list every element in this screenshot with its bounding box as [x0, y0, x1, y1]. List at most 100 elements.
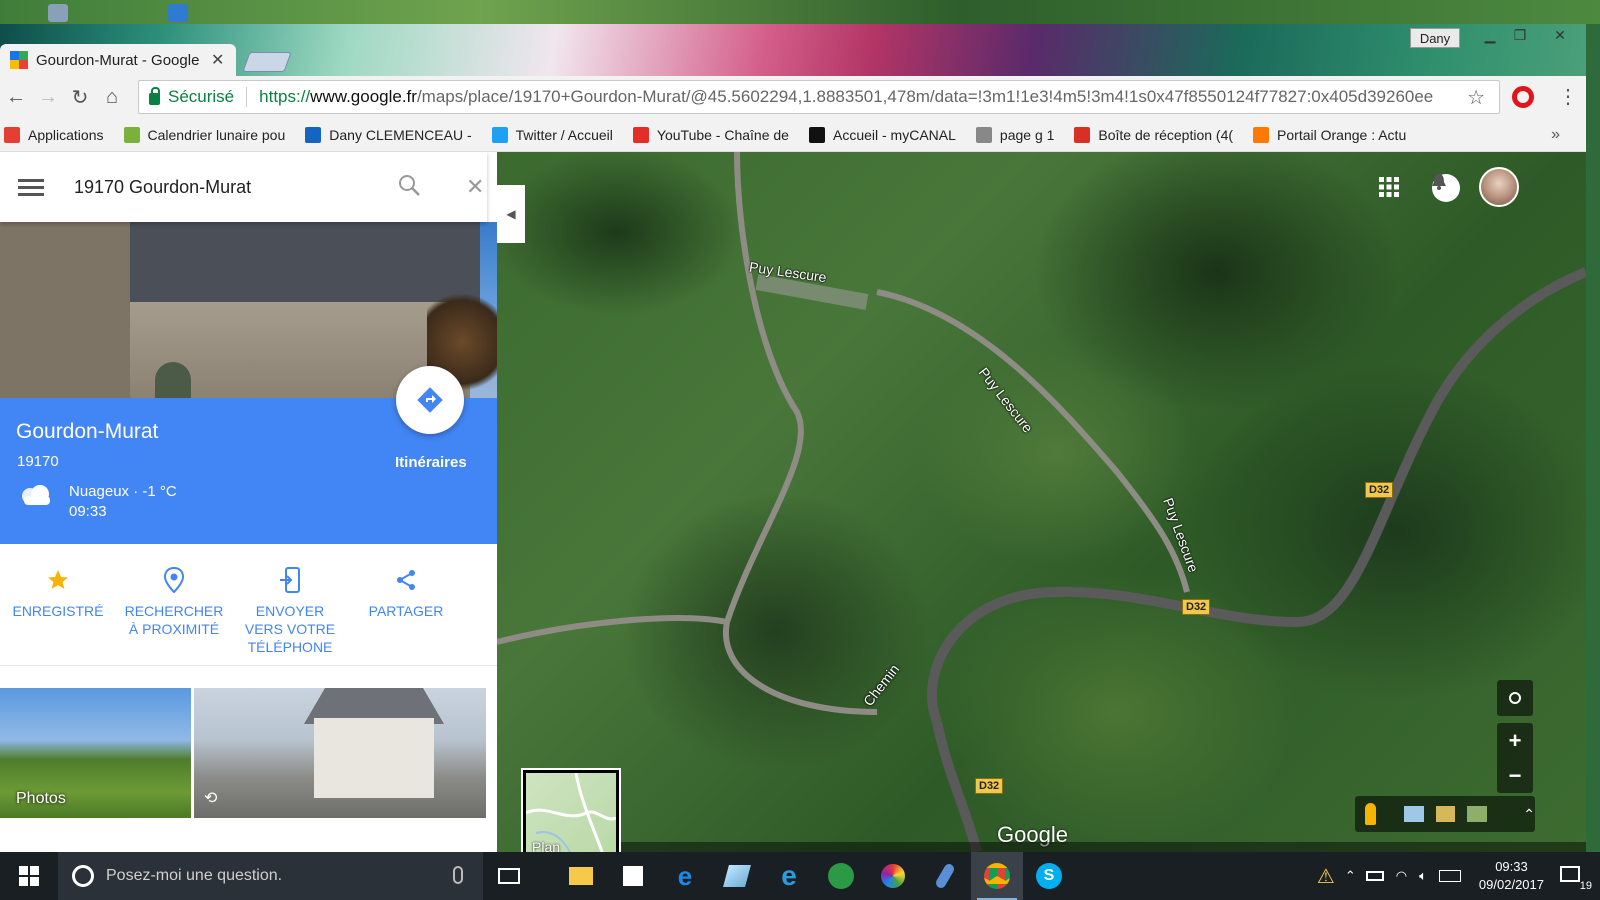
task-view-button[interactable] [483, 852, 535, 900]
tab-close-icon[interactable]: ✕ [211, 50, 224, 70]
url-host: www.google.fr [310, 87, 417, 106]
wifi-icon[interactable]: ◠ [1396, 868, 1407, 884]
word-shortcut-icon[interactable] [168, 4, 188, 22]
color-wheel-icon [881, 864, 905, 888]
bookmark-label: Dany CLEMENCEAU - [329, 126, 472, 143]
orange-icon [1253, 126, 1270, 143]
directions-button[interactable] [396, 366, 464, 434]
directions-label[interactable]: Itinéraires [395, 454, 467, 471]
action-center-button[interactable]: 19 [1558, 864, 1592, 892]
chrome-button[interactable] [971, 852, 1023, 900]
send-to-phone-button[interactable]: ENVOYER VERS VOTRE TÉLÉPHONE [232, 544, 348, 665]
imagery-thumb-1[interactable] [1403, 806, 1424, 822]
street-view-thumbnail[interactable]: ⟲ [194, 688, 486, 818]
search-icon[interactable] [398, 174, 420, 201]
bookmark-item[interactable]: page g 1 [975, 126, 1054, 143]
pegman-icon[interactable] [1365, 803, 1376, 825]
bookmark-label: Boîte de réception (4( [1098, 126, 1234, 143]
recycle-bin-icon[interactable] [48, 4, 68, 22]
google-apps-icon[interactable] [1379, 177, 1407, 205]
bookmark-item[interactable]: Applications [4, 126, 104, 143]
search-input[interactable]: 19170 Gourdon-Murat [74, 177, 364, 198]
imagery-thumb-2[interactable] [1435, 806, 1456, 822]
menu-icon[interactable] [18, 178, 44, 196]
my-location-button[interactable] [1497, 680, 1533, 716]
desktop-background [0, 0, 1600, 24]
browser-menu-icon[interactable]: ⋮ [1558, 84, 1578, 109]
satellite-map[interactable]: Puy Lescure Puy Lescure Puy Lescure Chem… [497, 152, 1586, 852]
clear-search-icon[interactable]: ✕ [466, 174, 484, 200]
my-location-icon [1509, 692, 1521, 704]
tripadvisor-icon [828, 863, 854, 889]
feather-app-button[interactable] [919, 852, 971, 900]
bookmark-item[interactable]: Portail Orange : Actu [1253, 126, 1407, 143]
secure-indicator[interactable]: Sécurisé [149, 87, 234, 107]
cortana-placeholder: Posez-moi une question. [106, 867, 283, 884]
bookmark-item[interactable]: YouTube - Chaîne de [632, 126, 789, 143]
clock[interactable]: 09:33 09/02/2017 [1479, 858, 1544, 894]
store-button[interactable] [607, 852, 659, 900]
warning-icon[interactable]: ⚠ [1317, 864, 1335, 889]
microphone-icon[interactable] [453, 866, 463, 884]
bookmark-item[interactable]: Boîte de réception (4( [1074, 126, 1234, 143]
profile-badge[interactable]: Dany [1410, 28, 1460, 48]
bookmark-item[interactable]: Twitter / Accueil [491, 126, 613, 143]
new-tab-button[interactable] [242, 52, 292, 72]
file-explorer-button[interactable] [555, 852, 607, 900]
skype-button[interactable]: S [1023, 852, 1075, 900]
save-button[interactable]: ENREGISTRÉ [0, 544, 116, 665]
start-button[interactable] [0, 852, 58, 900]
forward-button[interactable]: → [32, 81, 64, 113]
expand-imagery-icon[interactable]: ⌃ [1523, 806, 1535, 823]
home-button[interactable]: ⌂ [96, 81, 128, 113]
lock-icon [149, 87, 160, 105]
internet-explorer-button[interactable]: e [763, 852, 815, 900]
clock-time: 09:33 [1495, 859, 1528, 874]
bookmark-star-icon[interactable]: ☆ [1467, 85, 1485, 110]
app-button[interactable] [711, 852, 763, 900]
cloud-icon [18, 484, 54, 506]
show-hidden-icons-icon[interactable]: ⌃ [1345, 868, 1356, 884]
bookmark-label: Portail Orange : Actu [1277, 126, 1407, 143]
back-button[interactable]: ← [0, 81, 32, 113]
reload-button[interactable]: ↻ [64, 81, 96, 113]
twitter-bird-icon [491, 126, 508, 143]
edge-icon: e [677, 860, 693, 891]
bookmark-item[interactable]: Calendrier lunaire pou [123, 126, 285, 143]
edge-button[interactable]: e [659, 852, 711, 900]
photo-app-button[interactable] [867, 852, 919, 900]
street-view-360-icon: ⟲ [204, 790, 218, 807]
share-button[interactable]: PARTAGER [348, 544, 464, 665]
battery-icon[interactable] [1365, 871, 1384, 881]
close-window-button[interactable]: ✕ [1540, 24, 1580, 46]
cortana-search[interactable]: Posez-moi une question. [58, 852, 483, 900]
tab-title: Gourdon-Murat - Google Maps [36, 51, 201, 69]
keyboard-icon[interactable] [1438, 870, 1461, 882]
photos-thumbnail[interactable]: Photos [0, 688, 191, 818]
browser-toolbar: ← → ↻ ⌂ Sécurisé https://www.google.fr/m… [0, 76, 1586, 118]
imagery-thumb-3[interactable] [1467, 806, 1488, 822]
bookmark-item[interactable]: Dany CLEMENCEAU - [305, 126, 472, 143]
zoom-in-button[interactable]: + [1497, 723, 1533, 758]
zoom-out-button[interactable]: − [1497, 758, 1533, 793]
bookmark-label: Applications [28, 126, 104, 143]
volume-icon[interactable]: 🔈︎ [1419, 868, 1427, 884]
address-bar[interactable]: Sécurisé https://www.google.fr/maps/plac… [138, 80, 1500, 114]
bookmark-item[interactable]: Accueil - myCANAL [808, 126, 956, 143]
photos-label: Photos [16, 790, 66, 807]
send-to-phone-icon [279, 566, 301, 594]
nearby-button[interactable]: RECHERCHER À PROXIMITÉ [116, 544, 232, 665]
map-attribution-bar [525, 842, 1586, 852]
avatar[interactable] [1479, 167, 1519, 207]
tab-gourdon-murat[interactable]: Gourdon-Murat - Google Maps ✕ [0, 44, 236, 76]
collapse-panel-button[interactable]: ◀ [497, 185, 525, 243]
opera-extension-icon[interactable] [1512, 86, 1534, 108]
url-text[interactable]: https://www.google.fr/maps/place/19170+G… [259, 87, 1469, 107]
notifications-icon[interactable] [1432, 174, 1460, 202]
share-label: PARTAGER [368, 603, 444, 619]
restore-button[interactable]: ❐ [1500, 24, 1540, 46]
tripadvisor-button[interactable] [815, 852, 867, 900]
bookmarks-overflow-icon[interactable]: » [1551, 126, 1560, 144]
chat-bubble-icon [1560, 866, 1580, 882]
directions-icon [417, 387, 443, 413]
